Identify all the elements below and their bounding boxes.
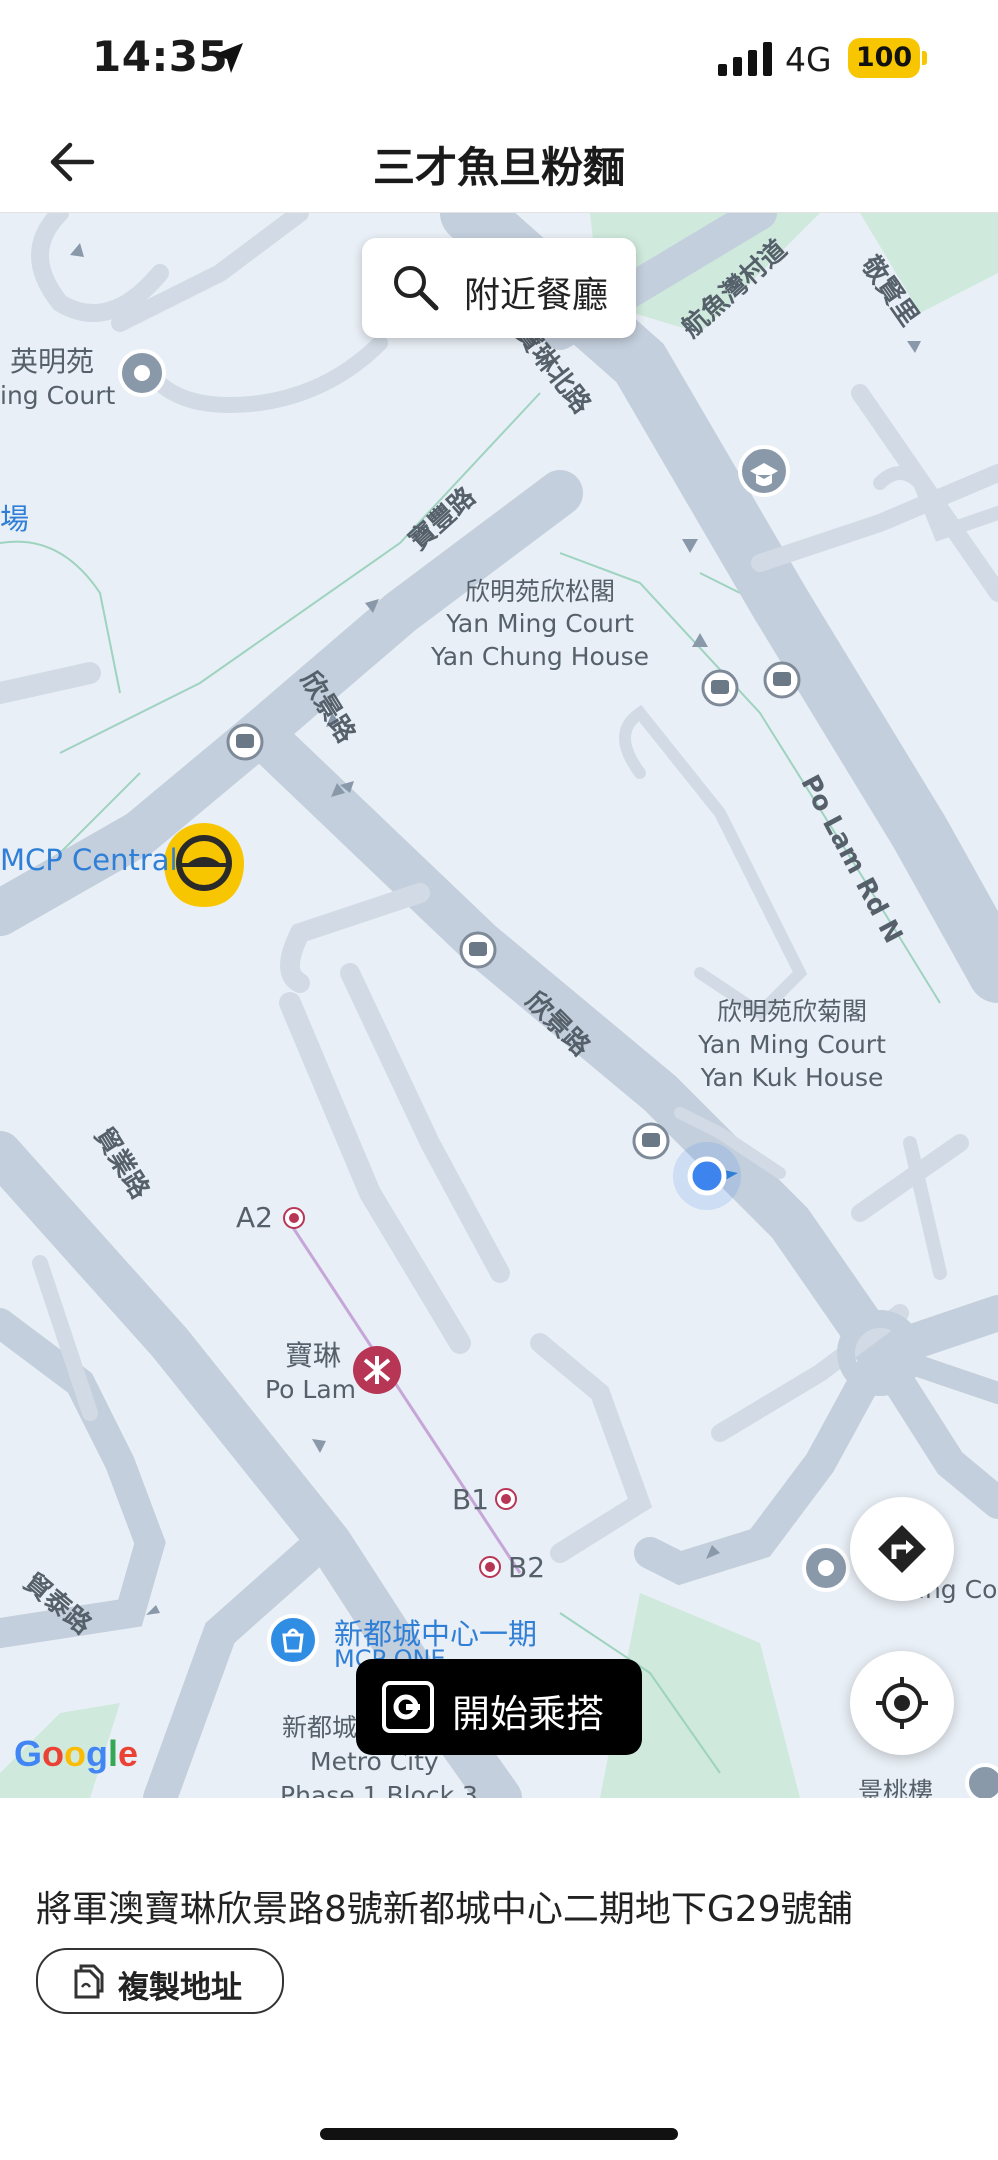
directions-button[interactable]	[850, 1497, 954, 1601]
nearby-restaurants-label: 附近餐廳	[464, 275, 609, 316]
poi-label-yan-kuk-cn: 欣明苑欣菊閣	[716, 997, 867, 1026]
poi-label-yan-kuk-en1: Yan Ming Court	[698, 1030, 886, 1059]
uber-logo-icon	[382, 1681, 434, 1733]
poi-label-yan-kuk-en2: Yan Kuk House	[700, 1063, 884, 1092]
status-bar: 14:35 4G 100	[0, 0, 998, 110]
copy-address-button[interactable]: 複製地址	[36, 1948, 284, 2014]
poi-label-bottom-right: 景桃樓	[858, 1777, 934, 1798]
poi-label-metro-block-en2: Phase 1 Block 3	[280, 1781, 478, 1798]
crosshair-icon	[876, 1677, 928, 1729]
poi-label-left-edge: 場	[0, 502, 30, 536]
home-indicator[interactable]	[320, 2128, 678, 2140]
my-location-button[interactable]	[850, 1651, 954, 1755]
cellular-signal-icon	[718, 42, 772, 76]
mtr-station-po-lam-cn: 寶琳	[285, 1339, 342, 1372]
mtr-station-po-lam-en: Po Lam	[265, 1375, 357, 1404]
search-icon	[394, 266, 439, 311]
status-time: 14:35	[92, 32, 229, 81]
poi-label-yan-chung-cn: 欣明苑欣松閣	[464, 577, 615, 606]
copy-document-icon	[74, 1964, 104, 1999]
poi-label-yan-chung-en2: Yan Chung House	[430, 642, 650, 671]
poi-label-yan-ming-cn: 英明苑	[10, 345, 95, 378]
copy-address-label: 複製地址	[118, 1970, 242, 2006]
poi-label-metro-block-cn: 新都城	[282, 1713, 358, 1742]
start-ride-button[interactable]: 開始乘搭	[356, 1659, 642, 1755]
location-arrow-icon	[213, 43, 243, 73]
network-type: 4G	[785, 40, 832, 79]
mtr-exit-b2-label: B2	[508, 1551, 546, 1584]
directions-icon	[878, 1525, 926, 1573]
poi-label-yan-chung-en1: Yan Ming Court	[446, 609, 634, 638]
page-title: 三才魚旦粉麵	[372, 143, 625, 192]
poi-label-mcp-central[interactable]: MCP Central	[0, 843, 178, 877]
mtr-exit-b1-label: B1	[452, 1483, 490, 1516]
mtr-exit-a2-label: A2	[236, 1201, 273, 1234]
restaurant-address: 將軍澳寶琳欣景路8號新都城中心二期地下G29號舖	[36, 1889, 853, 1930]
start-ride-label: 開始乘搭	[452, 1692, 605, 1736]
battery-cap	[922, 51, 927, 65]
poi-label-yan-ming-en: ing Court	[0, 381, 116, 410]
map-view[interactable]: 英明苑 ing Court 場 欣明苑欣松閣 Yan Ming Court Ya…	[0, 213, 998, 1798]
nav-bar: 三才魚旦粉麵	[0, 110, 998, 214]
google-logo: Google	[14, 1733, 139, 1774]
battery-indicator: 100	[848, 38, 920, 78]
nearby-restaurants-button[interactable]: 附近餐廳	[362, 238, 636, 338]
